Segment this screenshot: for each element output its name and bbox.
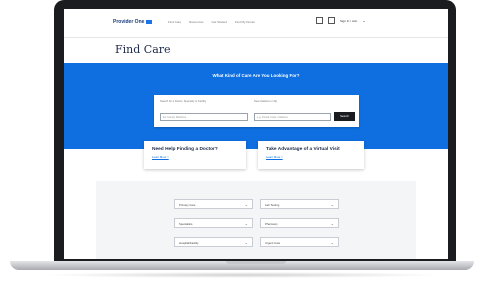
care-select[interactable]: Lab Testing ⌄ — [260, 199, 339, 209]
care-select[interactable]: Pharmacy ⌄ — [260, 218, 339, 228]
promo-card-virtual-visit[interactable]: Take Advantage of a Virtual Visit Learn … — [258, 141, 364, 169]
search-button[interactable]: Search — [334, 112, 355, 121]
promo-card-find-doctor[interactable]: Need Help Finding a Doctor? Learn More > — [144, 141, 246, 169]
search-label: Search for a Doctor, Specialty or Facili… — [160, 100, 207, 103]
promo-link[interactable]: Learn More > — [152, 155, 169, 159]
select-label: Urgent Care — [265, 241, 281, 245]
site-logo[interactable]: Provider One — [113, 19, 153, 25]
care-type-panel: Primary Care ⌄ Lab Testing ⌄ Specialists… — [96, 181, 416, 259]
chevron-down-icon: ⌄ — [244, 239, 248, 245]
laptop-notch — [226, 261, 286, 264]
select-label: Pharmacy — [265, 222, 278, 226]
care-select[interactable]: Specialists ⌄ — [174, 218, 253, 228]
promo-heading: Take Advantage of a Virtual Visit — [266, 147, 340, 152]
search-input[interactable]: Ex: Family Medicine — [160, 113, 248, 121]
nav-item[interactable]: Find My Doctor — [235, 20, 255, 24]
chevron-down-icon: ⌄ — [244, 220, 248, 226]
care-select[interactable]: Urgent Care ⌄ — [260, 237, 339, 247]
location-label: Near Address or Zip — [254, 100, 278, 103]
nav-item[interactable]: Get Started — [212, 20, 227, 24]
hero-heading: What Kind of Care Are You Looking For? — [212, 73, 300, 78]
chevron-down-icon: ⌄ — [330, 201, 334, 207]
chevron-down-icon: ⌄ — [330, 220, 334, 226]
search-card: Search for a Doctor, Specialty or Facili… — [154, 95, 359, 127]
select-label: Specialists — [179, 222, 193, 226]
select-label: Hospital/Facility — [179, 241, 199, 245]
location-input[interactable]: e.g. Postal Code / Address — [254, 113, 331, 121]
logo-text: Provider One — [113, 19, 145, 25]
select-label: Lab Testing — [265, 203, 280, 207]
header-divider — [64, 37, 448, 38]
account-link[interactable]: Sign In / Join — [340, 19, 357, 23]
chevron-down-icon[interactable]: ⌄ — [362, 18, 365, 23]
hero-banner: What Kind of Care Are You Looking For? S… — [64, 63, 448, 149]
promo-heading: Need Help Finding a Doctor? — [152, 147, 218, 152]
page-title: Find Care — [115, 43, 171, 56]
calendar-icon[interactable] — [328, 17, 335, 24]
browser-screen: Provider One Find Care Resources Get Sta… — [64, 9, 448, 259]
care-select[interactable]: Hospital/Facility ⌄ — [174, 237, 253, 247]
promo-link[interactable]: Learn More > — [266, 155, 283, 159]
chevron-down-icon: ⌄ — [244, 201, 248, 207]
header-actions: Sign In / Join ⌄ — [316, 17, 366, 24]
care-select[interactable]: Primary Care ⌄ — [174, 199, 253, 209]
site-header: Provider One Find Care Resources Get Sta… — [64, 9, 448, 37]
logo-mark-icon — [146, 19, 153, 24]
grid-icon[interactable] — [316, 17, 323, 24]
nav-item[interactable]: Find Care — [168, 20, 181, 24]
laptop-shadow — [40, 272, 444, 278]
select-label: Primary Care — [179, 203, 196, 207]
nav-item[interactable]: Resources — [189, 20, 203, 24]
main-nav: Find Care Resources Get Started Find My … — [168, 20, 255, 24]
chevron-down-icon: ⌄ — [330, 239, 334, 245]
